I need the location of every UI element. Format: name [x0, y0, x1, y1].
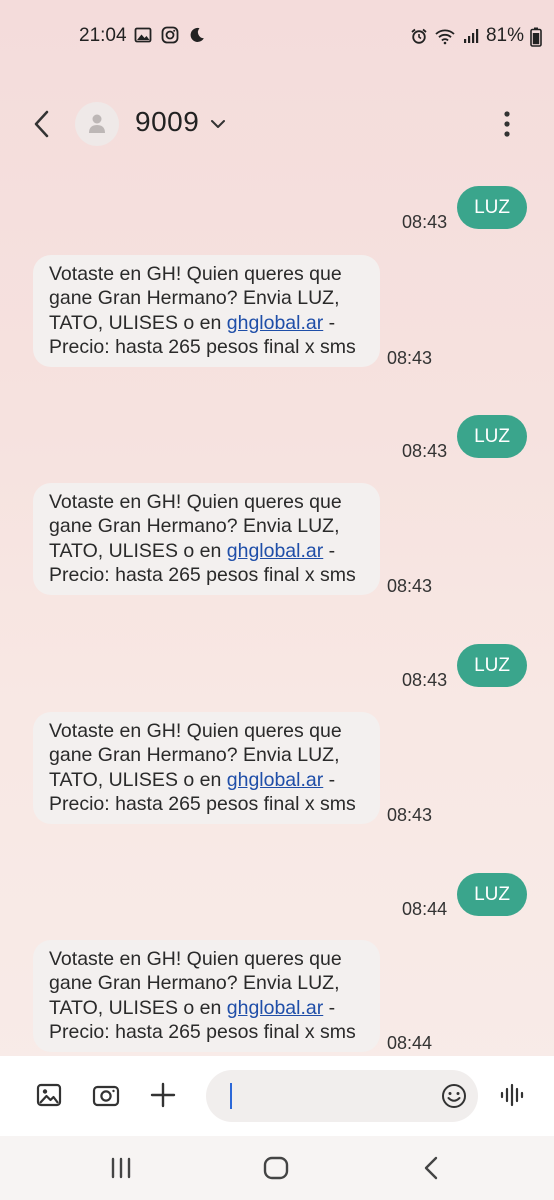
status-bar: 21:04 81%: [0, 0, 554, 72]
message-time: 08:43: [387, 576, 433, 597]
recents-icon: [111, 1157, 131, 1179]
message-link[interactable]: ghglobal.ar: [227, 312, 324, 334]
attach-button[interactable]: [146, 1078, 180, 1112]
message-input-box[interactable]: [206, 1070, 478, 1122]
outgoing-bubble[interactable]: LUZ: [457, 873, 527, 916]
message-time: 08:43: [402, 670, 448, 690]
back-icon: [424, 1156, 438, 1180]
conversation-header: 9009: [0, 92, 554, 156]
gallery-icon: [36, 1083, 62, 1107]
instagram-icon: [161, 26, 179, 44]
message-time: 08:44: [402, 899, 448, 919]
outgoing-message[interactable]: 08:44 LUZ: [402, 873, 527, 919]
recents-button[interactable]: [105, 1152, 137, 1184]
chevron-left-icon: [34, 110, 49, 138]
compose-bar: [0, 1056, 554, 1136]
home-button[interactable]: [260, 1152, 292, 1184]
gallery-icon: [134, 26, 152, 44]
incoming-message[interactable]: Votaste en GH! Quien queres que gane Gra…: [33, 940, 433, 1054]
emoji-button[interactable]: [438, 1080, 470, 1112]
outgoing-bubble[interactable]: LUZ: [457, 186, 527, 229]
back-button[interactable]: [24, 106, 60, 142]
voice-icon: [500, 1083, 524, 1107]
message-input[interactable]: [230, 1083, 434, 1111]
plus-icon: [150, 1082, 176, 1108]
outgoing-message[interactable]: 08:43 LUZ: [402, 644, 527, 690]
camera-button[interactable]: [89, 1078, 123, 1112]
avatar[interactable]: [75, 102, 119, 146]
message-link[interactable]: ghglobal.ar: [227, 540, 324, 562]
more-vertical-icon: [504, 111, 510, 137]
voice-button[interactable]: [496, 1078, 530, 1112]
message-link[interactable]: ghglobal.ar: [227, 769, 324, 791]
status-time: 21:04: [79, 25, 127, 46]
outgoing-bubble[interactable]: LUZ: [457, 415, 527, 458]
incoming-bubble[interactable]: Votaste en GH! Quien queres que gane Gra…: [33, 940, 380, 1053]
emoji-icon: [442, 1084, 466, 1108]
incoming-message[interactable]: Votaste en GH! Quien queres que gane Gra…: [33, 712, 433, 826]
incoming-message[interactable]: Votaste en GH! Quien queres que gane Gra…: [33, 255, 433, 369]
battery-icon: [530, 27, 542, 47]
alarm-icon: [410, 27, 428, 45]
navigation-bar: [0, 1136, 554, 1200]
person-icon: [89, 114, 105, 133]
message-link[interactable]: ghglobal.ar: [227, 997, 324, 1019]
message-time: 08:43: [402, 441, 448, 461]
incoming-bubble[interactable]: Votaste en GH! Quien queres que gane Gra…: [33, 712, 380, 825]
more-options-button[interactable]: [492, 106, 522, 142]
message-time: 08:43: [387, 805, 433, 826]
signal-icon: [462, 27, 480, 45]
home-icon: [263, 1156, 289, 1180]
message-list[interactable]: 08:43 LUZ Votaste en GH! Quien queres qu…: [0, 170, 554, 1056]
message-time: 08:43: [402, 212, 448, 232]
status-left-icons: [134, 26, 206, 44]
message-time: 08:44: [387, 1033, 433, 1054]
incoming-bubble[interactable]: Votaste en GH! Quien queres que gane Gra…: [33, 483, 380, 596]
gallery-button[interactable]: [32, 1078, 66, 1112]
chevron-down-icon[interactable]: [208, 114, 228, 134]
moon-icon: [188, 26, 206, 44]
back-nav-button[interactable]: [415, 1152, 447, 1184]
camera-icon: [92, 1085, 120, 1107]
outgoing-message[interactable]: 08:43 LUZ: [402, 415, 527, 461]
outgoing-message[interactable]: 08:43 LUZ: [402, 186, 527, 232]
outgoing-bubble[interactable]: LUZ: [457, 644, 527, 687]
message-time: 08:43: [387, 348, 433, 369]
text-cursor: [230, 1083, 232, 1109]
wifi-icon: [434, 27, 456, 45]
incoming-bubble[interactable]: Votaste en GH! Quien queres que gane Gra…: [33, 255, 380, 368]
status-right-icons: 81%: [410, 25, 542, 47]
battery-percent: 81%: [485, 25, 524, 46]
incoming-message[interactable]: Votaste en GH! Quien queres que gane Gra…: [33, 483, 433, 597]
contact-name[interactable]: 9009: [135, 106, 199, 138]
